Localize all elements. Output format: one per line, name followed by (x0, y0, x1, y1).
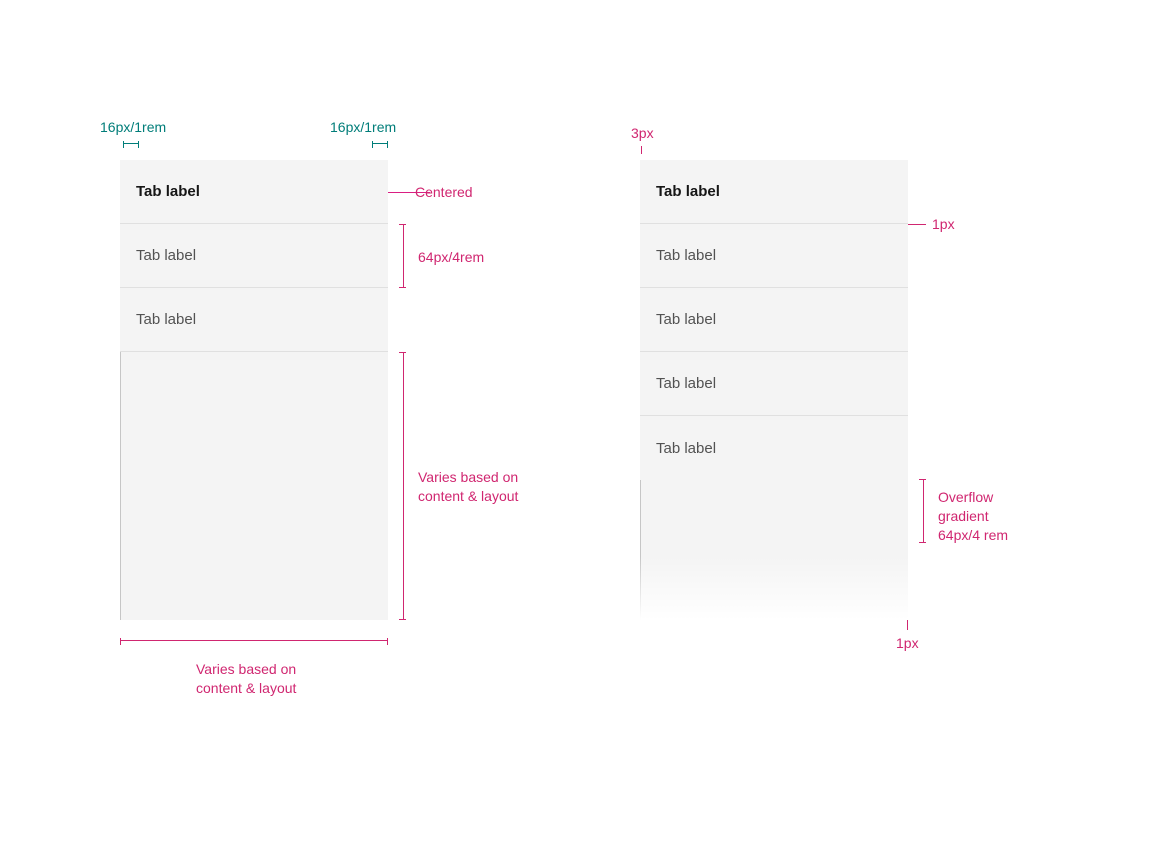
padding-left-label: 16px/1rem (100, 118, 166, 137)
content-width-bracket (120, 640, 388, 646)
padding-right-label: 16px/1rem (330, 118, 396, 137)
tab-label: Tab label (656, 311, 716, 328)
centered-label: Centered (415, 183, 473, 202)
tab-list-right: Tab label Tab label Tab label Tab label … (640, 160, 908, 480)
padding-right-bracket (372, 143, 388, 149)
tab-label: Tab label (656, 375, 716, 392)
indicator-width-tick (641, 146, 642, 154)
tab-item[interactable]: Tab label (640, 288, 908, 352)
overflow-label: Overflow gradient 64px/4 rem (938, 488, 1008, 545)
tab-label: Tab label (656, 183, 720, 200)
right-panel: Tab label Tab label Tab label Tab label … (640, 160, 908, 620)
row-height-label: 64px/4rem (418, 248, 484, 267)
border-label: 1px (896, 634, 919, 653)
row-height-bracket (398, 224, 404, 288)
overflow-bracket (918, 479, 924, 543)
tab-item[interactable]: Tab label (120, 224, 388, 288)
tab-label: Tab label (656, 440, 716, 457)
overflow-gradient (640, 556, 908, 620)
tab-item-active[interactable]: Tab label (640, 160, 908, 224)
tab-list-left: Tab label Tab label Tab label (120, 160, 388, 352)
border-tick (907, 620, 908, 630)
tab-item[interactable]: Tab label (640, 224, 908, 288)
tab-item[interactable]: Tab label (120, 288, 388, 352)
left-panel: Tab label Tab label Tab label (120, 160, 388, 620)
padding-left-bracket (123, 143, 139, 149)
tab-label: Tab label (136, 183, 200, 200)
indicator-width-label: 3px (631, 124, 654, 143)
content-width-label: Varies based on content & layout (196, 660, 296, 698)
content-height-label: Varies based on content & layout (418, 468, 518, 506)
divider-label: 1px (932, 215, 955, 234)
tab-item[interactable]: Tab label (640, 352, 908, 416)
content-height-bracket (398, 352, 404, 620)
tab-label: Tab label (136, 247, 196, 264)
tab-label: Tab label (136, 311, 196, 328)
tab-item[interactable]: Tab label (640, 416, 908, 480)
tab-label: Tab label (656, 247, 716, 264)
tab-item-active[interactable]: Tab label (120, 160, 388, 224)
divider-tick (908, 224, 926, 225)
